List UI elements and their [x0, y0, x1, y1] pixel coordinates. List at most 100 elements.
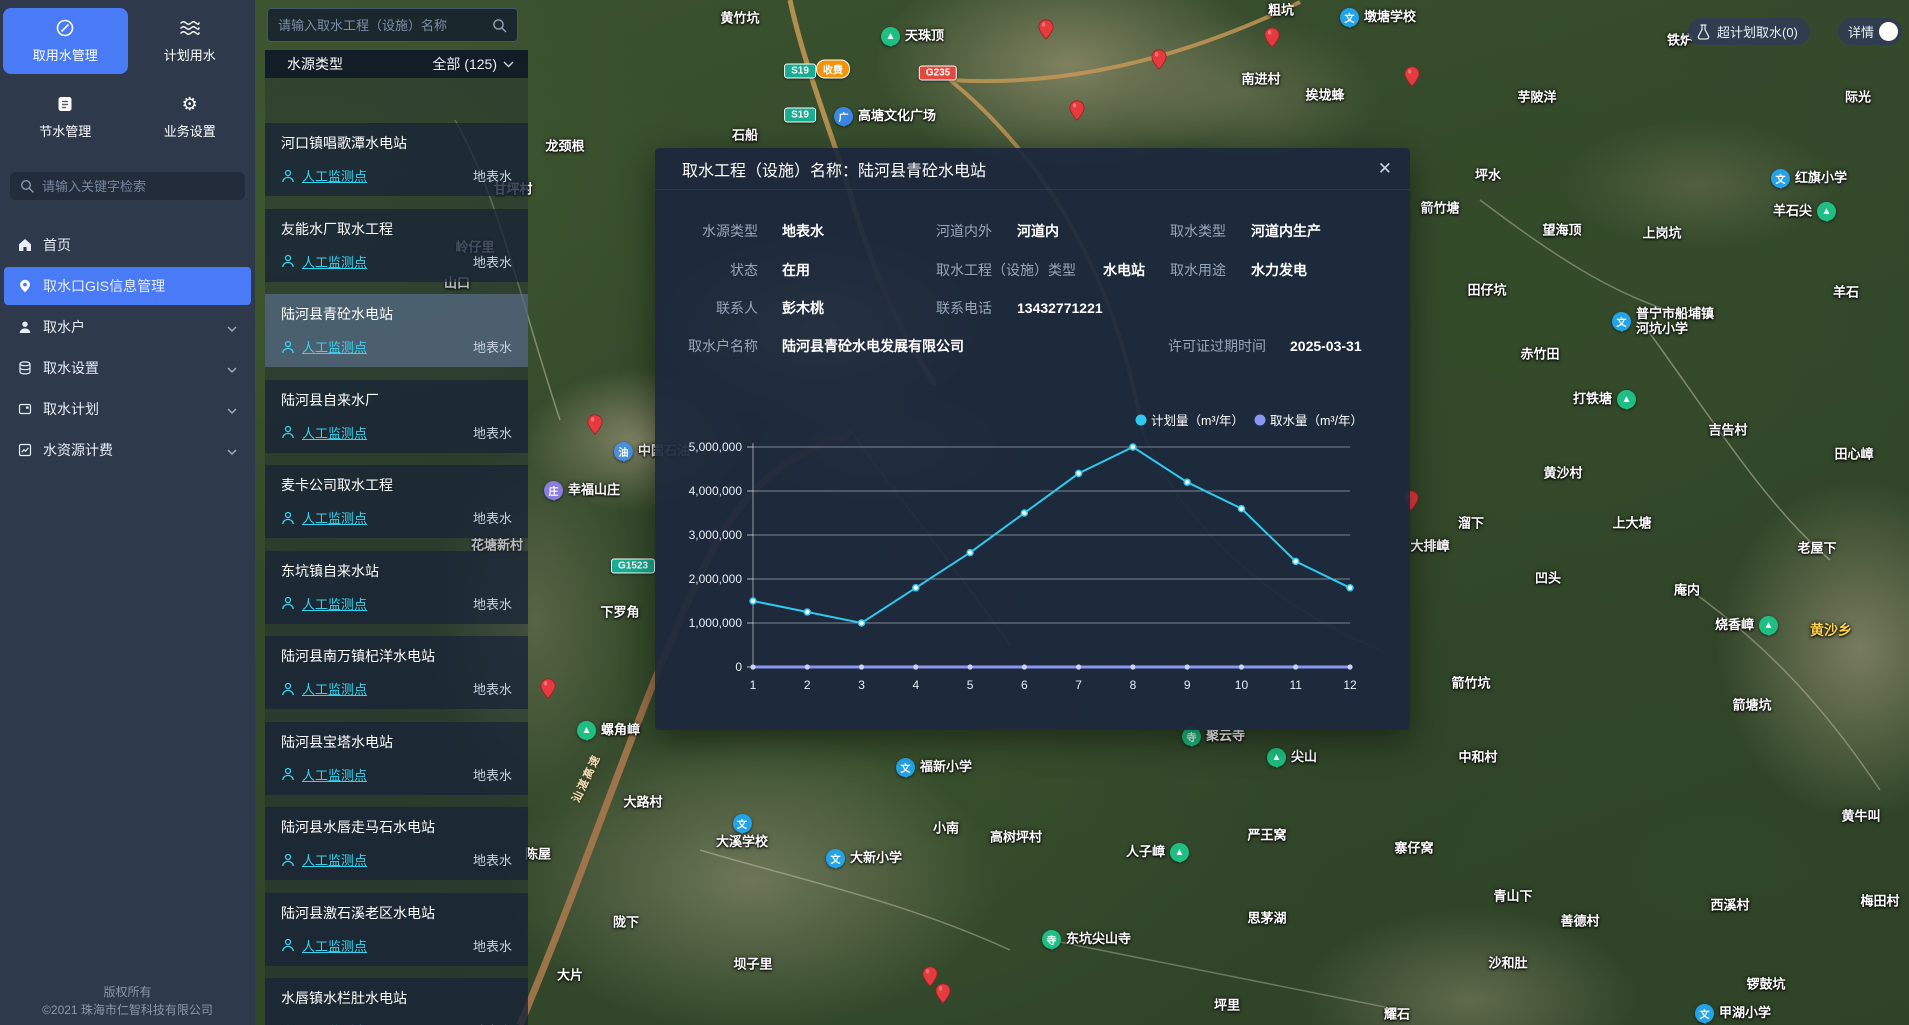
map-place-label: 陇下	[613, 912, 639, 931]
sidebar-item-home[interactable]: 首页	[4, 226, 251, 264]
module-water-intake-management[interactable]: 取用水管理	[3, 8, 128, 74]
station-list-item[interactable]: 麦卡公司取水工程 人工监测点 地表水	[265, 465, 528, 538]
map-poi-marker[interactable]: ▲打铁塘	[1573, 390, 1636, 409]
road-badge: 收费	[816, 60, 850, 79]
map-poi-marker[interactable]: 文甲湖小学	[1695, 1004, 1771, 1023]
intake-pin-marker[interactable]	[1069, 100, 1085, 126]
station-list-item[interactable]: 友能水厂取水工程 人工监测点 地表水	[265, 209, 528, 282]
svg-text:9: 9	[1184, 678, 1191, 692]
monitor-type-link[interactable]: 人工监测点	[302, 936, 367, 955]
map-poi-marker[interactable]: ▲羊石尖	[1773, 202, 1836, 221]
monitor-type-link[interactable]: 人工监测点	[302, 679, 367, 698]
map-poi-marker[interactable]: 寺东坑尖山寺	[1042, 930, 1131, 949]
modal-header: 取水工程（设施）名称：陆河县青砼水电站 ✕	[655, 148, 1410, 190]
sidebar-item-intake-settings[interactable]: 取水设置	[4, 349, 251, 387]
map-place-label: 上大塘	[1612, 513, 1651, 532]
water-source-type: 地表水	[473, 1021, 512, 1025]
map-poi-marker[interactable]: 文大新小学	[826, 849, 902, 868]
sidebar-item-water-billing[interactable]: 水资源计费	[4, 431, 251, 469]
intake-pin-marker[interactable]	[540, 678, 556, 704]
monitor-type-link[interactable]: 人工监测点	[302, 1021, 367, 1025]
station-list-item[interactable]: 陆河县南万镇杞洋水电站 人工监测点 地表水	[265, 636, 528, 709]
water-source-type: 地表水	[473, 679, 512, 698]
nav-label: 水资源计费	[43, 440, 113, 460]
chevron-down-icon	[227, 360, 237, 376]
station-name: 陆河县南万镇杞洋水电站	[281, 646, 512, 666]
toggle-knob[interactable]	[1879, 22, 1898, 41]
map-poi-marker[interactable]: ▲天珠顶	[881, 27, 944, 46]
map-poi-marker[interactable]: ▲螺角嶂	[577, 721, 640, 740]
module-business-settings[interactable]: ⚙ 业务设置	[128, 84, 253, 150]
water-source-type: 地表水	[473, 337, 512, 356]
monitor-type-link[interactable]: 人工监测点	[302, 850, 367, 869]
station-search[interactable]	[267, 8, 518, 42]
station-search-input[interactable]	[278, 18, 492, 33]
filter-label: 水源类型	[287, 54, 343, 74]
map-poi-marker[interactable]: 文墩塘学校	[1340, 8, 1416, 27]
sidebar-item-intake-plan[interactable]: 取水计划	[4, 390, 251, 428]
map-place-label: 黄沙村	[1543, 463, 1582, 482]
module-water-saving-management[interactable]: 节水管理	[3, 84, 128, 150]
sidebar: 取用水管理 计划用水 节水管理 ⚙ 业务设置 首页	[0, 0, 255, 1025]
map-place-label: 石船	[732, 125, 758, 144]
map-poi-marker[interactable]: 文大溪学校	[716, 814, 768, 850]
chevron-down-icon	[503, 61, 514, 68]
station-list-item[interactable]: 河口镇唱歌潭水电站 人工监测点 地表水	[265, 123, 528, 196]
map-place-label: 坝子里	[733, 954, 772, 973]
monitor-type-link[interactable]: 人工监测点	[302, 423, 367, 442]
overplan-intake-button[interactable]: 超计划取水(0)	[1688, 18, 1810, 45]
map-place-label: 上岗坑	[1642, 223, 1681, 242]
station-list-item[interactable]: 陆河县水唇走马石水电站 人工监测点 地表水	[265, 807, 528, 880]
station-list-panel: 水源类型 全部 (125) 河口镇唱歌潭水电站 人工监测点 地表水 友能水厂取水…	[265, 50, 528, 1025]
station-list-item[interactable]: 陆河县自来水厂 人工监测点 地表水	[265, 380, 528, 453]
meter-icon	[55, 18, 75, 38]
school-poi-icon: 文	[1612, 312, 1631, 331]
intake-pin-marker[interactable]	[935, 983, 951, 1009]
filter-value[interactable]: 全部 (125)	[432, 54, 514, 74]
map-poi-marker[interactable]: ▲烧香嶂	[1715, 616, 1778, 635]
sidebar-search[interactable]	[10, 172, 245, 200]
module-planned-water-use[interactable]: 计划用水	[128, 8, 253, 74]
sidebar-search-input[interactable]	[42, 179, 235, 194]
monitor-type-link[interactable]: 人工监测点	[302, 337, 367, 356]
close-icon[interactable]: ✕	[1378, 160, 1392, 177]
water-source-filter[interactable]: 水源类型 全部 (125)	[265, 50, 528, 78]
station-list-item[interactable]: 水唇镇水栏肚水电站 人工监测点 地表水	[265, 978, 528, 1025]
intake-pin-marker[interactable]	[1264, 27, 1280, 53]
station-list-item[interactable]: 陆河县青砼水电站 人工监测点 地表水	[265, 294, 528, 367]
search-icon[interactable]	[492, 18, 507, 33]
sidebar-item-intake-gis[interactable]: 取水口GIS信息管理	[4, 267, 251, 305]
station-list-item[interactable]: 东坑镇自来水站 人工监测点 地表水	[265, 551, 528, 624]
monitor-type-link[interactable]: 人工监测点	[302, 252, 367, 271]
intake-pin-marker[interactable]	[1038, 19, 1054, 45]
map-place-label: 坪里	[1214, 995, 1240, 1014]
map-poi-marker[interactable]: 文福新小学	[896, 758, 972, 777]
map-poi-marker[interactable]: 广高塘文化广场	[834, 107, 936, 126]
station-list-item[interactable]: 陆河县激石溪老区水电站 人工监测点 地表水	[265, 893, 528, 966]
svg-text:5,000,000: 5,000,000	[689, 440, 743, 454]
map-poi-marker[interactable]: ▲尖山	[1267, 748, 1317, 767]
map-poi-marker[interactable]: 文红旗小学	[1771, 169, 1847, 188]
sidebar-item-water-users[interactable]: 取水户	[4, 308, 251, 346]
intake-pin-marker[interactable]	[1151, 49, 1167, 75]
map-place-label: 庵内	[1674, 580, 1700, 599]
svg-text:取水量（m³/年）: 取水量（m³/年）	[1270, 414, 1363, 428]
poi-label: 大新小学	[850, 851, 902, 866]
road-name-label: 汕湛高速	[568, 751, 604, 805]
map-poi-marker[interactable]: ▲人子嶂	[1126, 843, 1189, 862]
detail-toggle[interactable]: 详情	[1838, 18, 1902, 45]
station-list-item[interactable]: 陆河县宝塔水电站 人工监测点 地表水	[265, 722, 528, 795]
map-poi-marker[interactable]: 庄幸福山庄	[544, 481, 620, 500]
monitor-type-link[interactable]: 人工监测点	[302, 508, 367, 527]
monitor-type-link[interactable]: 人工监测点	[302, 765, 367, 784]
map-poi-marker[interactable]: 文普宁市船埔镇 河坑小学	[1612, 307, 1714, 337]
monitor-type-link[interactable]: 人工监测点	[302, 594, 367, 613]
nav-label: 取水计划	[43, 399, 99, 419]
intake-pin-marker[interactable]	[587, 414, 603, 440]
map-place-label: 大排嶂	[1410, 536, 1449, 555]
plaza-poi-icon: 广	[834, 107, 853, 126]
map-place-label: 高树坪村	[990, 827, 1042, 846]
station-name: 东坑镇自来水站	[281, 561, 512, 581]
monitor-type-link[interactable]: 人工监测点	[302, 166, 367, 185]
intake-pin-marker[interactable]	[1404, 66, 1420, 92]
